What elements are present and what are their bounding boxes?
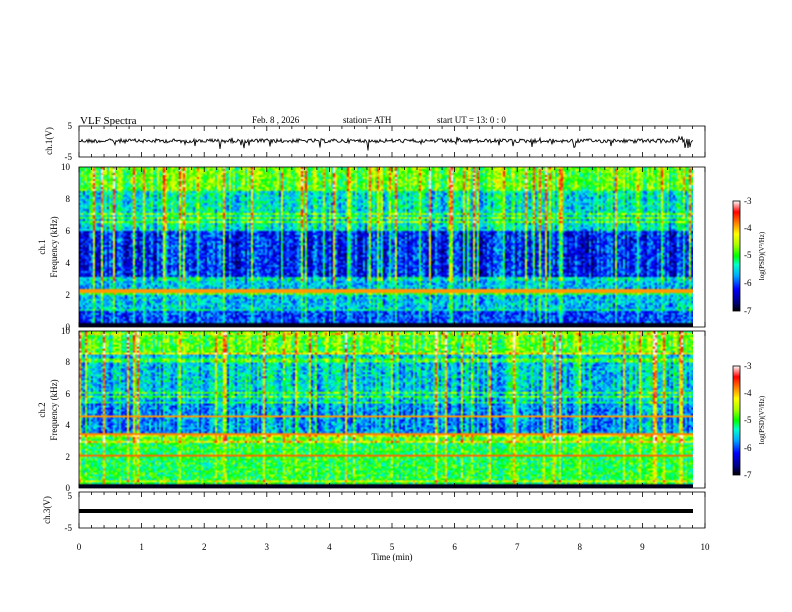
ch1-waveform-panel: 5 -5 ch.1(V) xyxy=(44,121,706,162)
ch2-cbar-tick-3: -3 xyxy=(744,361,752,371)
ch3-waveform-line xyxy=(79,509,693,513)
xtick-3: 3 xyxy=(265,542,270,552)
ch2-cbar-tick-7: -7 xyxy=(744,470,752,480)
xtick-9: 9 xyxy=(640,542,645,552)
ch2-cbar-tick-5: -5 xyxy=(744,415,752,425)
ch1-colorbar: -3 -4 -5 -6 -7 log(PSD)(V²/Hz) xyxy=(732,196,766,316)
ch2-colorbar-label: log(PSD)(V²/Hz) xyxy=(758,395,766,444)
ch1-ytick-10: 10 xyxy=(61,162,71,172)
ch1-colorbar-gradient xyxy=(733,201,740,311)
ch1-ytick-2: 2 xyxy=(66,290,71,300)
xtick-0: 0 xyxy=(77,542,82,552)
xtick-4: 4 xyxy=(327,542,332,552)
ch1-waveform-ylabel: ch.1(V) xyxy=(44,127,54,155)
ch1-cbar-tick-6: -6 xyxy=(744,278,752,288)
ch1-cbar-tick-4: -4 xyxy=(744,223,752,233)
ch2-cbar-tick-4: -4 xyxy=(744,388,752,398)
ch2-ytick-10: 10 xyxy=(61,326,71,336)
ch1-spectrogram-yaxis: 0 2 4 6 8 10 xyxy=(61,162,71,332)
ch1-colorbar-label: log(PSD)(V²/Hz) xyxy=(758,231,766,280)
ch2-ytick-2: 2 xyxy=(66,452,71,462)
ch1-spectrogram-image xyxy=(79,167,693,327)
ch3-ytick-bottom: -5 xyxy=(65,523,73,533)
ch1-cbar-tick-3: -3 xyxy=(744,196,752,206)
xtick-5: 5 xyxy=(390,542,395,552)
ch1-spectrogram-panel: 0 2 4 6 8 10 ch.1 Frequency (kHz) -3 -4 … xyxy=(37,162,766,332)
ch2-ytick-8: 8 xyxy=(66,357,71,367)
vlf-spectra-figure: VLF Spectra Feb. 8 , 2026 station= ATH s… xyxy=(37,115,766,562)
ch2-ytick-4: 4 xyxy=(66,420,71,430)
date-label: Feb. 8 , 2026 xyxy=(252,115,300,125)
ch1-waveform-line xyxy=(78,135,694,151)
ch1-cbar-tick-7: -7 xyxy=(744,306,752,316)
ch2-ytick-6: 6 xyxy=(66,389,71,399)
ch3-waveform-ylabel: ch.3(V) xyxy=(42,496,52,524)
ch1-ytick-bottom: -5 xyxy=(65,152,73,162)
ch2-cbar-tick-6: -6 xyxy=(744,443,752,453)
ch1-ytick-6: 6 xyxy=(66,226,71,236)
ch1-spectrogram-ylabel-line1: ch.1 xyxy=(37,239,47,254)
xtick-10: 10 xyxy=(701,542,711,552)
ch1-ytick-8: 8 xyxy=(66,194,71,204)
ch2-spectrogram-ylabel-line2: Frequency (kHz) xyxy=(49,379,59,440)
ch2-spectrogram-yaxis: 0 2 4 6 8 10 xyxy=(61,326,71,493)
figure-title: VLF Spectra xyxy=(80,115,137,127)
ch2-spectrogram-panel: 0 2 4 6 8 10 ch.2 Frequency (kHz) -3 -4 … xyxy=(37,326,766,493)
ch2-colorbar-gradient xyxy=(733,366,740,475)
start-time-label: start UT = 13: 0 : 0 xyxy=(437,115,506,125)
time-axis: 0 1 2 3 4 5 6 7 8 9 10 Time (min) xyxy=(77,542,710,562)
xtick-1: 1 xyxy=(139,542,144,552)
station-label: station= ATH xyxy=(343,115,392,125)
xtick-2: 2 xyxy=(202,542,207,552)
xtick-7: 7 xyxy=(515,542,520,552)
ch2-colorbar: -3 -4 -5 -6 -7 log(PSD)(V²/Hz) xyxy=(732,361,766,480)
ch1-ytick-top: 5 xyxy=(68,121,73,131)
ch3-ytick-top: 5 xyxy=(68,491,73,501)
xtick-8: 8 xyxy=(578,542,583,552)
ch1-cbar-tick-5: -5 xyxy=(744,250,752,260)
ch2-spectrogram-ylabel-line1: ch.2 xyxy=(37,402,47,417)
ch1-ytick-4: 4 xyxy=(66,258,71,268)
ch2-spectrogram-image xyxy=(79,331,693,488)
time-axis-label: Time (min) xyxy=(372,552,413,562)
xtick-6: 6 xyxy=(452,542,457,552)
ch1-spectrogram-ylabel-line2: Frequency (kHz) xyxy=(49,216,59,277)
